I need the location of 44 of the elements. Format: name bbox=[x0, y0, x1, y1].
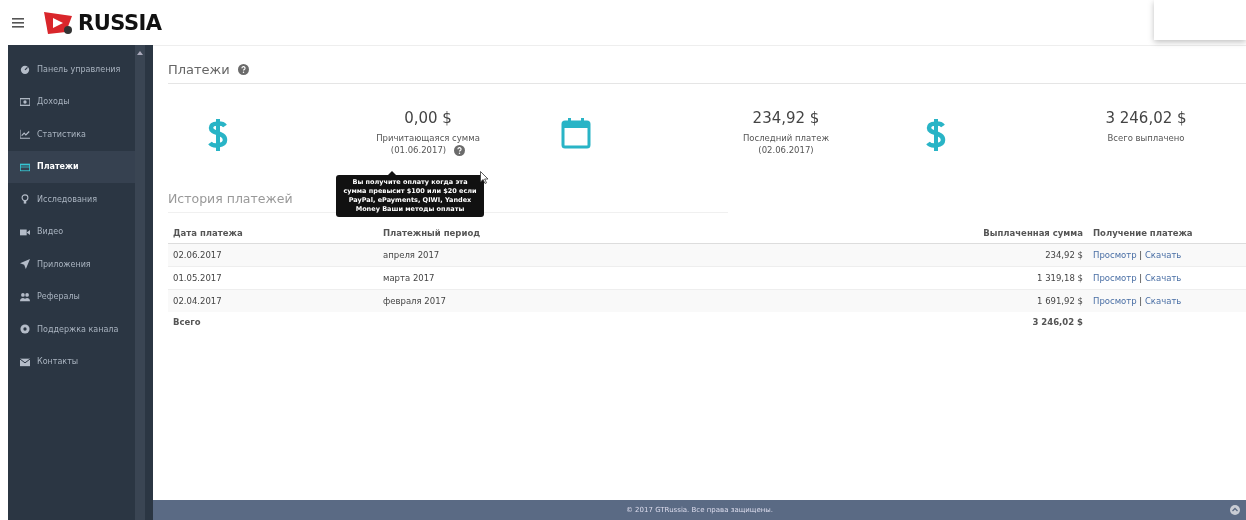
table-cell: 02.04.2017 bbox=[168, 289, 378, 312]
stat-date: (02.06.2017) bbox=[758, 144, 814, 156]
sidebar-item[interactable]: Рефералы bbox=[8, 280, 135, 313]
link-separator: | bbox=[1139, 273, 1143, 283]
sidebar-item[interactable]: Платежи bbox=[8, 150, 135, 183]
sidebar-item[interactable]: Доходы bbox=[8, 85, 135, 118]
page-title: Платежи bbox=[168, 62, 230, 77]
stat-value: 3 246,02 $ bbox=[1105, 109, 1187, 127]
table-cell: 02.06.2017 bbox=[168, 243, 378, 267]
sidebar-item[interactable]: Панель управления bbox=[8, 53, 135, 86]
stat-value: 0,00 $ bbox=[404, 109, 452, 127]
stat-label: Причитающаяся сумма bbox=[376, 132, 480, 144]
stat-label: Последний платеж bbox=[742, 132, 830, 144]
column-header: Выплаченная сумма bbox=[868, 223, 1088, 244]
sidebar-item[interactable]: Видео bbox=[8, 215, 135, 248]
stat-value: 234,92 $ bbox=[752, 109, 820, 127]
column-header: Дата платежа bbox=[168, 223, 378, 244]
table-cell: 01.05.2017 bbox=[168, 266, 378, 290]
sidebar-item[interactable]: Контакты bbox=[8, 345, 135, 378]
view-link[interactable]: Просмотр bbox=[1093, 273, 1137, 283]
sidebar-item[interactable]: Исследования bbox=[8, 183, 135, 216]
stat-date: (01.06.2017) bbox=[390, 144, 447, 156]
column-header: Получение платежа bbox=[1088, 223, 1246, 244]
sidebar-item[interactable]: Статистика bbox=[8, 118, 135, 151]
table-cell: 1 319,18 $ bbox=[868, 266, 1088, 290]
link-separator: | bbox=[1139, 296, 1143, 306]
download-link[interactable]: Скачать bbox=[1144, 273, 1182, 283]
view-link[interactable]: Просмотр bbox=[1093, 296, 1137, 306]
link-separator: | bbox=[1139, 250, 1143, 260]
logo-text: RUSSIA bbox=[78, 10, 162, 35]
table-cell: 1 691,92 $ bbox=[868, 289, 1088, 312]
column-header: Платежный период bbox=[378, 223, 868, 244]
table-cell: марта 2017 bbox=[378, 266, 868, 290]
download-link[interactable]: Скачать bbox=[1144, 250, 1182, 260]
sidebar-item[interactable]: Поддержка канала bbox=[8, 313, 135, 346]
total-label: Всего bbox=[168, 312, 378, 332]
table-cell: апреля 2017 bbox=[378, 243, 868, 267]
view-link[interactable]: Просмотр bbox=[1093, 250, 1137, 260]
total-amount: 3 246,02 $ bbox=[868, 312, 1088, 332]
stat-label: Всего выплачено bbox=[1107, 132, 1185, 144]
sidebar-item[interactable]: Приложения bbox=[8, 248, 135, 281]
table-cell: 234,92 $ bbox=[868, 243, 1088, 267]
table-cell: февраля 2017 bbox=[378, 289, 868, 312]
download-link[interactable]: Скачать bbox=[1144, 296, 1182, 306]
